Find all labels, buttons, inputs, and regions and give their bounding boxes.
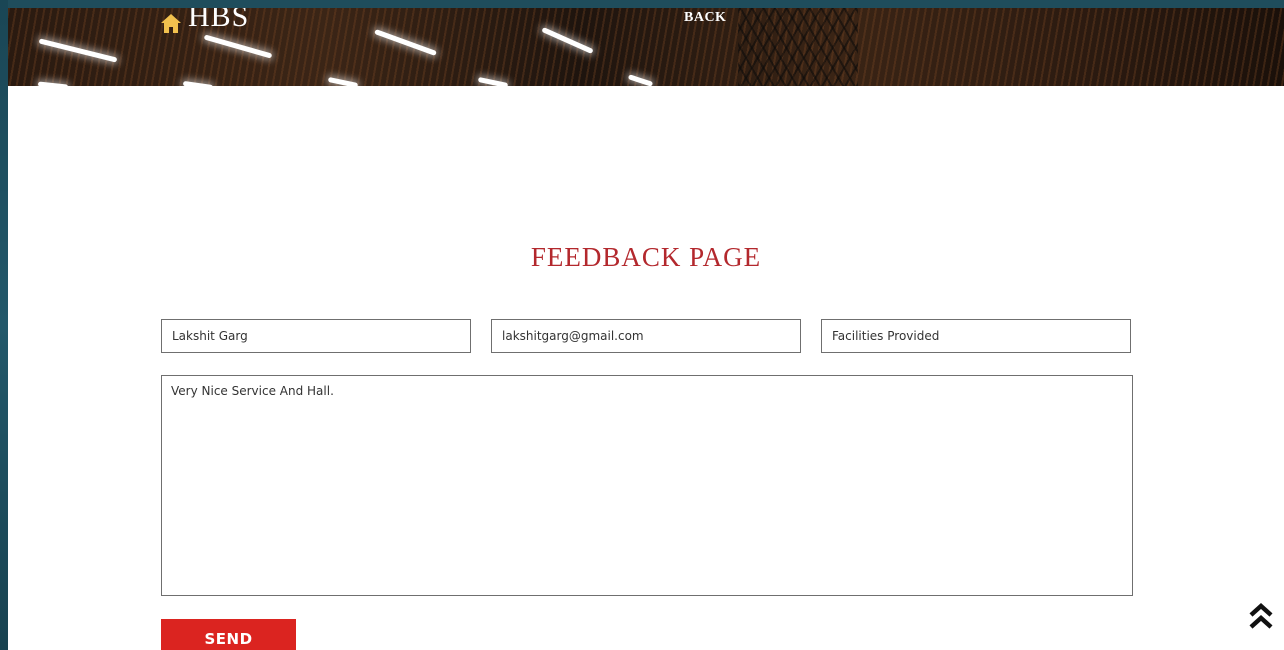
window-frame-left bbox=[0, 0, 8, 650]
ceiling-light bbox=[182, 80, 214, 86]
ceiling-light bbox=[374, 29, 437, 56]
ceiling-light bbox=[37, 81, 69, 86]
ceiling-light bbox=[327, 76, 359, 86]
double-chevron-up-icon bbox=[1248, 602, 1274, 636]
home-icon bbox=[160, 8, 182, 33]
scroll-to-top-button[interactable] bbox=[1248, 602, 1274, 632]
ceiling-light bbox=[477, 76, 509, 86]
ceiling-light bbox=[627, 74, 654, 86]
subject-field[interactable] bbox=[821, 319, 1131, 353]
message-textarea[interactable]: Very Nice Service And Hall. bbox=[161, 375, 1133, 596]
header-banner: HBS BACK bbox=[8, 8, 1284, 86]
send-button[interactable]: SEND bbox=[161, 619, 296, 650]
ceiling-light bbox=[203, 34, 273, 59]
ceiling-light bbox=[38, 38, 118, 63]
name-field[interactable] bbox=[161, 319, 471, 353]
window-frame-top bbox=[0, 0, 1284, 8]
page-title: FEEDBACK PAGE bbox=[530, 242, 762, 272]
email-field[interactable] bbox=[491, 319, 801, 353]
brand-name: HBS bbox=[188, 8, 250, 33]
ceiling-light bbox=[541, 27, 594, 54]
page: HBS BACK FEEDBACK PAGE Very Nice Service… bbox=[8, 8, 1284, 650]
brand-logo[interactable]: HBS bbox=[160, 8, 249, 34]
ceiling-truss bbox=[738, 8, 858, 86]
back-link[interactable]: BACK bbox=[684, 10, 726, 26]
